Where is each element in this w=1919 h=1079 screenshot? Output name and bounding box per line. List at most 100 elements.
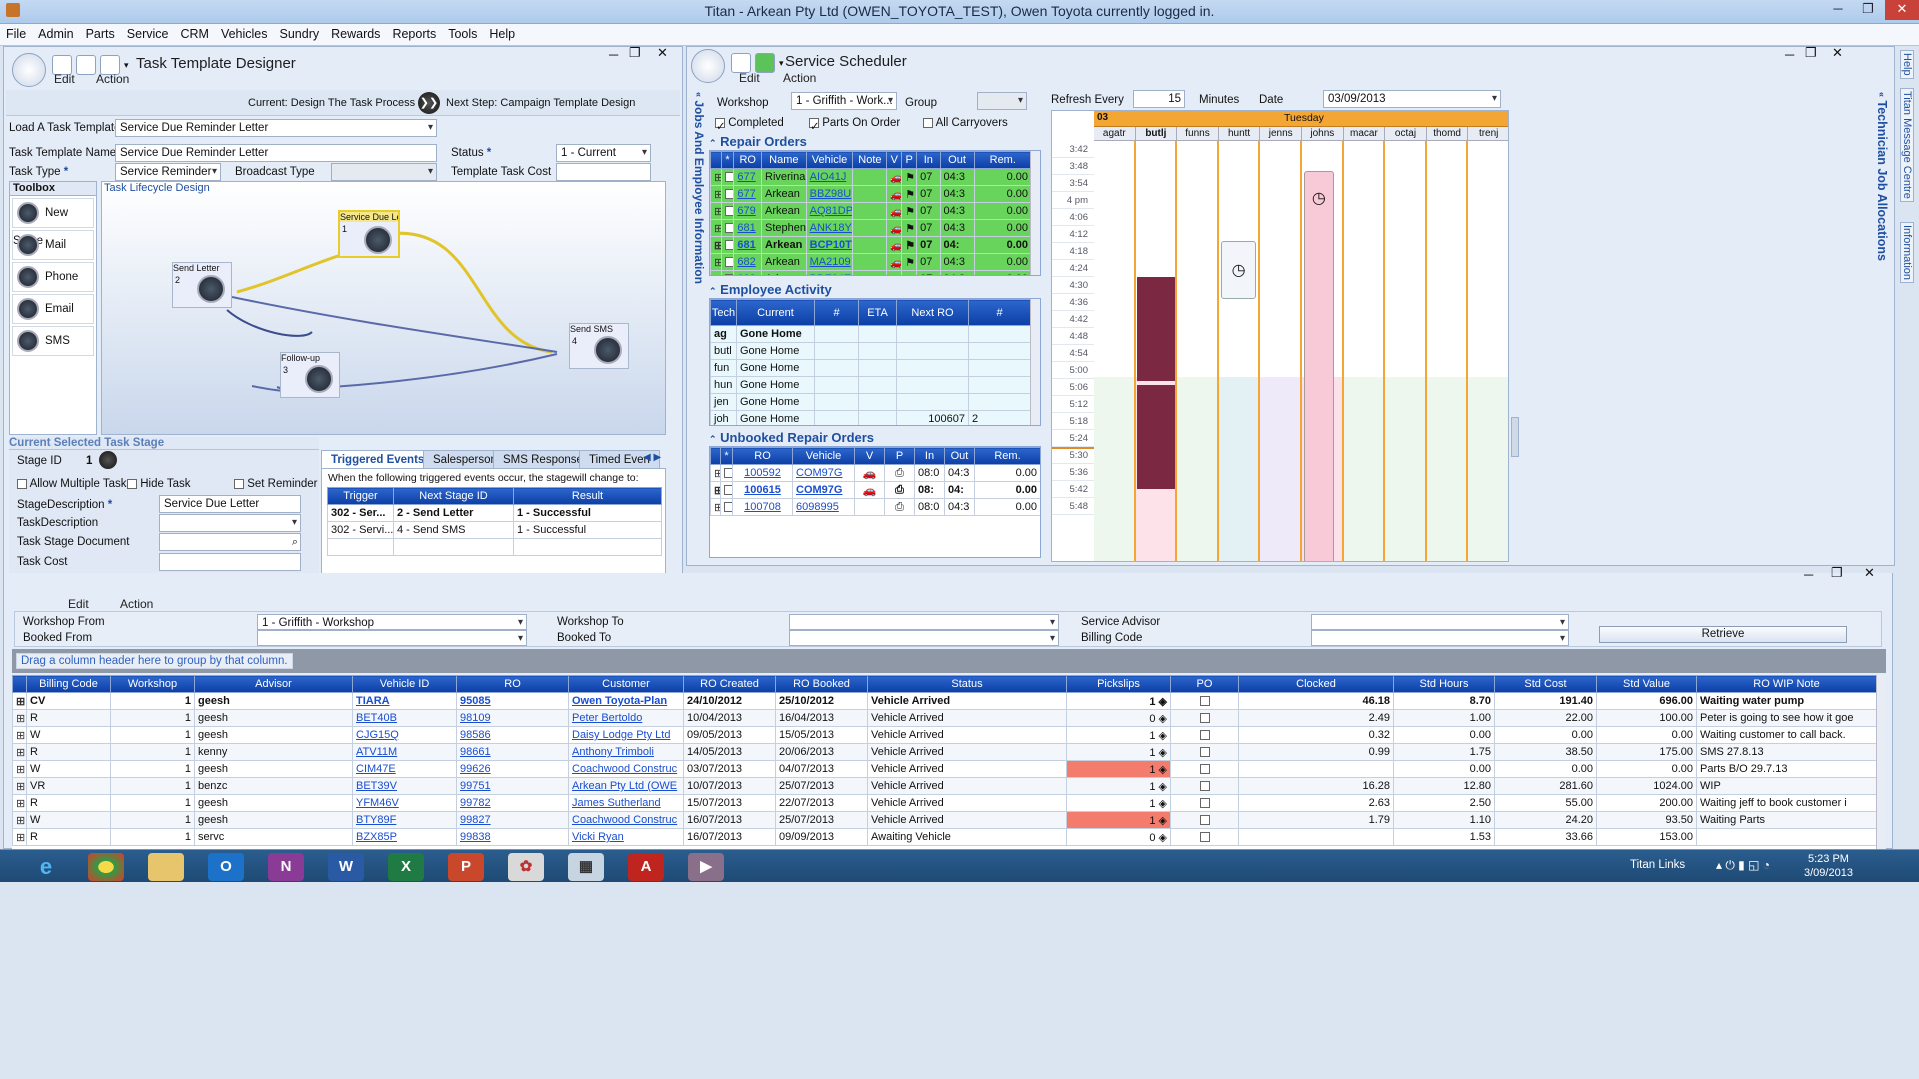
ro-number[interactable]: 99838 [456, 828, 569, 846]
tech-column-header[interactable]: thomd [1427, 127, 1469, 140]
ro-number[interactable]: 99626 [456, 760, 569, 778]
job-card[interactable]: ◷ [1304, 171, 1334, 561]
row-checkbox[interactable] [724, 240, 733, 251]
parts-on-order-filter[interactable]: ✓ Parts On Order [809, 117, 900, 133]
tech-column-header[interactable]: agatr [1094, 127, 1136, 140]
repair-order-row[interactable]: ⊞ 682ArkeanMA2109 🚗⚑0704:30.00 [710, 253, 1033, 271]
designer-maximize[interactable]: ❐ [629, 45, 641, 61]
expand-icon[interactable]: ⊞ [12, 794, 27, 812]
designer-close[interactable]: ✕ [657, 45, 668, 61]
toolbox-email[interactable]: Email [12, 294, 94, 324]
customer[interactable]: Peter Bertoldo [568, 709, 684, 727]
stage-node-3[interactable]: Follow-up 3 [280, 352, 340, 398]
vehicle-id[interactable]: BET40B [352, 709, 457, 727]
wip-col-header[interactable]: Workshop [110, 675, 195, 693]
allow-multiple-checkbox[interactable] [17, 478, 27, 489]
wip-maximize[interactable]: ❐ [1831, 565, 1843, 581]
chevron-down-icon[interactable]: ▾ [124, 60, 129, 70]
wip-col-header[interactable]: Advisor [194, 675, 353, 693]
employee-row[interactable]: joh Gone Home 100607 2 [710, 410, 1031, 425]
ro-vehicle[interactable]: ANK18Y [805, 219, 854, 237]
wip-row[interactable]: ⊞ VR 1 benzc BET39V 99751 Arkean Pty Ltd (OWE 1… [12, 777, 1877, 795]
template-name-input[interactable]: Service Due Reminder Letter [115, 144, 437, 162]
ro-vehicle[interactable]: BDF84E [805, 270, 854, 275]
menu-rewards[interactable]: Rewards [325, 24, 386, 41]
menu-tools[interactable]: Tools [442, 24, 483, 41]
toolbox-mail[interactable]: Mail [12, 230, 94, 260]
vehicle-id[interactable]: YFM46V [352, 794, 457, 812]
pickslips[interactable]: 0 ◈ [1066, 828, 1171, 846]
workshop-to-select[interactable] [789, 614, 1059, 630]
task-stage-document-input[interactable]: ⌕ [159, 533, 301, 551]
po-checkbox[interactable] [1199, 781, 1210, 792]
expand-icon[interactable]: ⊞ [12, 692, 27, 710]
unbooked-vehicle[interactable]: COM97G [792, 464, 855, 482]
completed-filter[interactable]: ✓ Completed [715, 117, 784, 133]
ro-vehicle[interactable]: MA2109 [805, 253, 854, 271]
refresh-interval-input[interactable]: 15 [1133, 90, 1185, 108]
ie-icon[interactable]: e [28, 853, 64, 881]
expand-icon[interactable]: ⊞ [710, 219, 722, 237]
wip-col-header[interactable]: Std Value [1596, 675, 1697, 693]
tab-triggered-events[interactable]: Triggered Events [321, 450, 435, 468]
wip-row[interactable]: ⊞ W 1 geesh BTY89F 99827 Coachwood Construc 16/… [12, 811, 1877, 829]
pickslips[interactable]: 1 ◈ [1066, 726, 1171, 744]
message-centre-tab[interactable]: Titan Message Centre [1900, 88, 1914, 202]
ro-number[interactable]: 682 [733, 253, 762, 271]
repair-order-row[interactable]: ⊞ 677ArkeanBBZ98U 🚗⚑0704:30.00 [710, 185, 1033, 203]
menu-file[interactable]: File [0, 24, 32, 41]
wip-col-header[interactable]: Customer [568, 675, 684, 693]
po-checkbox[interactable] [1199, 798, 1210, 809]
group-by-area[interactable]: Drag a column header here to group by th… [12, 649, 1886, 673]
sync-icon[interactable] [755, 53, 775, 73]
expand-icon[interactable]: ⊞ [12, 811, 27, 829]
tech-column[interactable] [1094, 141, 1136, 561]
technician-allocations-side-tab[interactable]: « Technician Job Allocations [1875, 92, 1889, 261]
po-checkbox[interactable] [1199, 832, 1210, 843]
job-card[interactable]: ◷ [1220, 241, 1257, 299]
row-checkbox[interactable] [724, 274, 733, 275]
all-carryovers-checkbox[interactable] [923, 117, 933, 128]
onenote-icon[interactable]: N [268, 853, 304, 881]
stage-node-2[interactable]: Send Letter 2 [172, 262, 232, 308]
expand-icon[interactable]: ⊞ [710, 185, 722, 203]
row-checkbox[interactable] [724, 502, 732, 513]
tech-column[interactable] [1343, 141, 1386, 561]
unbooked-row[interactable]: ⊞ 100615COM97G🚗⎙08:04:0.00 [710, 481, 1040, 499]
titan-links[interactable]: Titan Links [1630, 859, 1685, 871]
pickslips[interactable]: 1 ◈ [1066, 794, 1171, 812]
vehicle-id[interactable]: CIM47E [352, 760, 457, 778]
tray-icons[interactable]: ▴ ⏻ ▮ ◱ ◔ [1716, 858, 1770, 873]
menu-crm[interactable]: CRM [174, 24, 214, 41]
unbooked-row[interactable]: ⊞ 100592COM97G🚗⎙08:004:30.00 [710, 464, 1040, 482]
employee-row[interactable]: hun Gone Home [710, 376, 1031, 394]
scheduler-maximize[interactable]: ❐ [1805, 45, 1817, 61]
vehicle-id[interactable]: TIARA [352, 692, 457, 710]
tech-column-header[interactable]: johns [1302, 127, 1344, 140]
powerpoint-icon[interactable]: P [448, 853, 484, 881]
hide-task[interactable]: Hide Task [127, 478, 191, 490]
tech-column[interactable] [1385, 141, 1427, 561]
unbooked-vehicle[interactable]: 6098995 [792, 498, 855, 516]
expand-icon[interactable]: ⊞ [710, 168, 722, 186]
scheduler-close[interactable]: ✕ [1832, 45, 1843, 61]
tech-column-header[interactable]: macar [1344, 127, 1386, 140]
col-trigger[interactable]: Trigger [327, 487, 394, 505]
stage-description-input[interactable]: Service Due Letter [159, 495, 301, 513]
parts-on-order-checkbox[interactable]: ✓ [809, 117, 820, 133]
wip-row[interactable]: ⊞ R 1 kenny ATV11M 98661 Anthony Trimboli 14/05… [12, 743, 1877, 761]
titan-icon[interactable]: ▶ [688, 853, 724, 881]
expand-icon[interactable]: ⊞ [710, 236, 722, 254]
tech-column-header[interactable]: butlj [1136, 127, 1178, 140]
calendar-scrollbar[interactable] [1511, 417, 1519, 457]
tech-column[interactable] [1218, 141, 1261, 561]
ro-vehicle[interactable]: AIO41J [805, 168, 854, 186]
broadcast-type-select[interactable] [331, 163, 437, 181]
paint-icon[interactable]: ✿ [508, 853, 544, 881]
all-carryovers-filter[interactable]: All Carryovers [923, 117, 1008, 129]
scheduler-minimize[interactable]: ─ [1785, 47, 1794, 62]
po-checkbox[interactable] [1199, 696, 1210, 707]
wip-col-header[interactable]: RO WIP Note [1696, 675, 1877, 693]
date-picker[interactable]: 03/09/2013 [1323, 90, 1501, 108]
hide-task-checkbox[interactable] [127, 478, 137, 489]
